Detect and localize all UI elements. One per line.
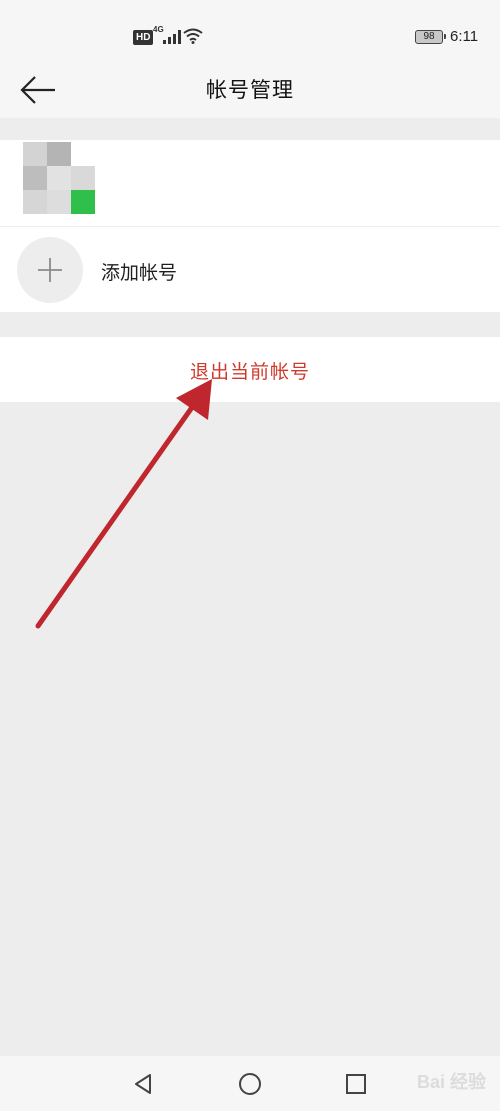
signal-icon [163,30,181,44]
clock: 6:11 [450,28,479,45]
logout-label: 退出当前帐号 [189,361,310,383]
back-triangle-icon[interactable] [130,1071,156,1097]
logout-button[interactable]: 退出当前帐号 [0,337,500,402]
add-account-circle [17,237,83,303]
status-bar: HD 4G 98 6:11 [0,0,500,70]
avatar [23,142,95,214]
add-account-item[interactable]: 添加帐号 [0,227,500,312]
current-account-item[interactable] [0,140,500,226]
hd-badge: HD [133,30,154,45]
wifi-icon [183,28,203,44]
plus-icon [38,258,62,282]
recents-square-icon[interactable] [343,1071,369,1097]
system-nav-bar: Bai 经验 [0,1056,500,1111]
home-circle-icon[interactable] [237,1071,263,1097]
title-bar: 帐号管理 [0,70,500,118]
battery-icon: 98 [415,30,446,44]
add-account-label: 添加帐号 [101,262,178,284]
page-title: 帐号管理 [206,78,294,102]
watermark: Bai 经验 [416,1072,486,1092]
